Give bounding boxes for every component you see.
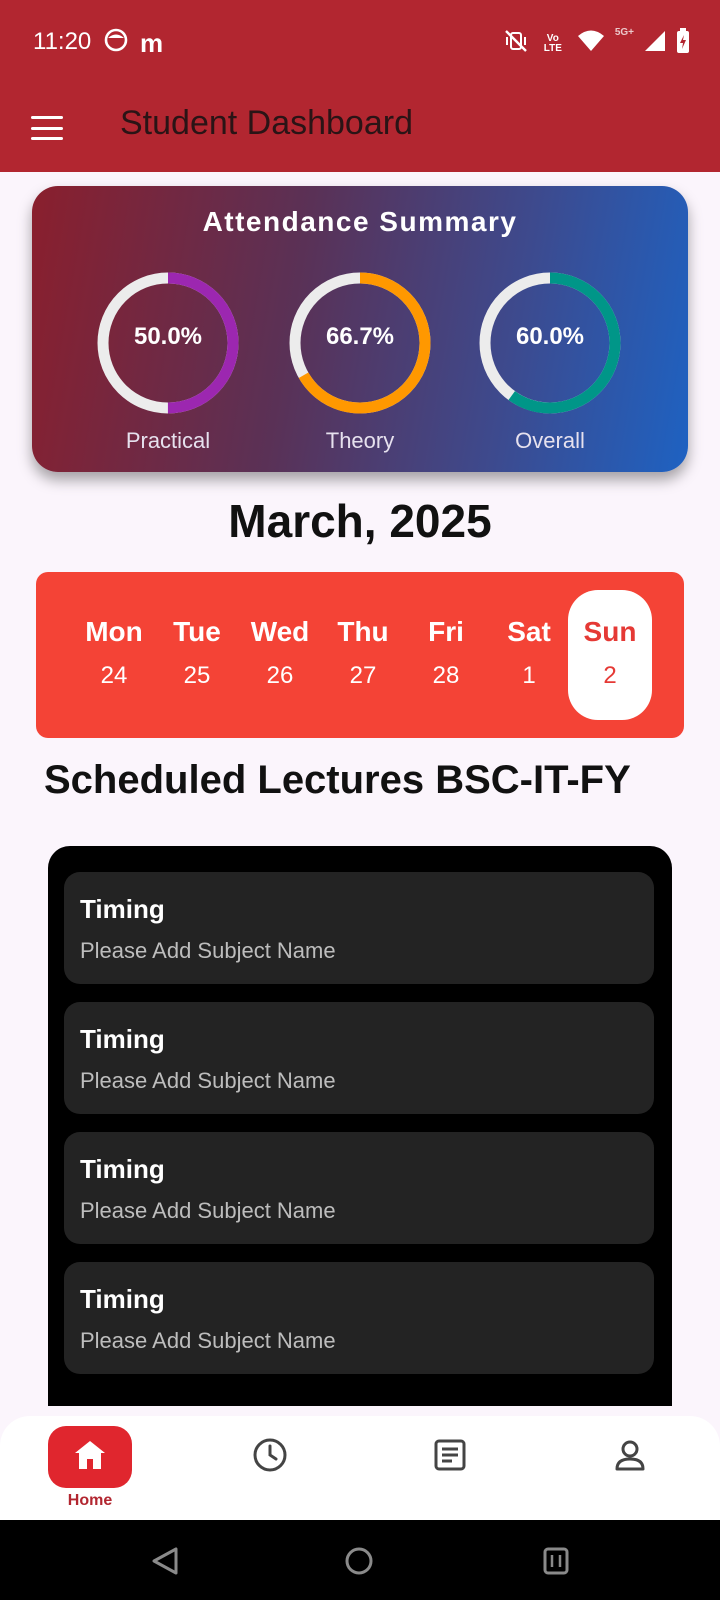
nav-notes-pill — [408, 1426, 492, 1488]
day-sat[interactable]: Sat 1 — [487, 590, 571, 720]
day-date: 24 — [100, 662, 128, 689]
day-thu[interactable]: Thu 27 — [321, 590, 405, 720]
day-wed[interactable]: Wed 26 — [238, 590, 322, 720]
lecture-timing: Timing — [80, 1024, 165, 1054]
battery-icon — [676, 28, 690, 59]
back-icon[interactable] — [150, 1546, 180, 1581]
notes-icon — [433, 1438, 467, 1477]
day-date: 28 — [432, 662, 460, 689]
lecture-subject: Please Add Subject Name — [80, 938, 336, 963]
nav-schedule-pill — [228, 1426, 312, 1488]
nav-profile-pill — [588, 1426, 672, 1488]
day-date: 2 — [603, 662, 617, 689]
lecture-subject: Please Add Subject Name — [80, 1068, 336, 1093]
app-bar: Student Dashboard — [0, 84, 720, 172]
network-label: 5G+ — [614, 27, 634, 38]
nav-schedule[interactable] — [225, 1426, 315, 1506]
menu-icon-line — [31, 116, 63, 119]
lecture-card[interactable]: Timing Please Add Subject Name — [64, 872, 654, 984]
home-icon — [73, 1439, 107, 1476]
clock-icon — [252, 1437, 288, 1478]
attendance-summary-title: Attendance Summary — [202, 206, 518, 237]
menu-icon-line — [31, 137, 63, 140]
lecture-card[interactable]: Timing Please Add Subject Name — [64, 1002, 654, 1114]
m-app-icon: m — [140, 27, 164, 58]
nav-profile[interactable] — [585, 1426, 675, 1506]
day-name: Mon — [85, 616, 143, 647]
volte-icon: Vo LTE — [543, 32, 562, 54]
day-tue[interactable]: Tue 25 — [155, 590, 239, 720]
day-date: 1 — [522, 662, 536, 689]
signal-icon — [644, 29, 666, 58]
day-name: Fri — [428, 616, 464, 647]
menu-button[interactable] — [28, 110, 66, 146]
lecture-timing: Timing — [80, 894, 165, 924]
recents-icon[interactable] — [541, 1546, 571, 1581]
nav-home-label: Home — [67, 1492, 113, 1509]
nav-home-pill — [48, 1426, 132, 1488]
practical-label: Practical — [125, 428, 211, 453]
lecture-timing: Timing — [80, 1154, 165, 1184]
day-name: Sat — [507, 616, 551, 647]
day-name: Wed — [250, 616, 310, 647]
vibrate-mute-icon — [503, 28, 529, 59]
day-mon[interactable]: Mon 24 — [72, 590, 156, 720]
day-name: Tue — [173, 616, 221, 647]
day-name: Thu — [337, 616, 389, 647]
day-name: Sun — [583, 616, 637, 647]
status-bar: 11:20 m Vo LTE 5G+ — [0, 0, 720, 84]
overall-percentage: 60.0% — [515, 323, 585, 350]
wifi-icon — [577, 29, 605, 58]
lecture-subject: Please Add Subject Name — [80, 1328, 336, 1353]
day-date: 26 — [266, 662, 294, 689]
nav-notes[interactable] — [405, 1426, 495, 1506]
practical-percentage: 50.0% — [133, 323, 203, 350]
lecture-card[interactable]: Timing Please Add Subject Name — [64, 1132, 654, 1244]
week-day-selector: Mon 24 Tue 25 Wed 26 Thu 27 Fri 28 Sat 1… — [36, 572, 684, 738]
day-date: 27 — [349, 662, 377, 689]
practical-ring: 50.0% Practical — [93, 268, 243, 453]
lecture-subject: Please Add Subject Name — [80, 1198, 336, 1223]
bottom-navigation: Home — [0, 1416, 720, 1520]
lecture-timing: Timing — [80, 1284, 165, 1314]
menu-icon-line — [31, 126, 63, 130]
page-title: Student Dashboard — [120, 104, 413, 142]
theory-ring: 66.7% Theory — [285, 268, 435, 453]
nav-home[interactable]: Home — [45, 1426, 135, 1509]
day-sun-selected[interactable]: Sun 2 — [568, 590, 652, 720]
home-circle-icon[interactable] — [344, 1546, 374, 1581]
lecture-card[interactable]: Timing Please Add Subject Name — [64, 1262, 654, 1374]
status-time: 11:20 — [33, 28, 92, 55]
scheduled-lectures-title: Scheduled Lectures BSC-IT-FY — [44, 758, 631, 802]
system-navigation-bar — [0, 1520, 720, 1600]
face-icon — [104, 28, 128, 57]
theory-percentage: 66.7% — [325, 323, 395, 350]
month-title: March, 2025 — [228, 495, 492, 547]
day-fri[interactable]: Fri 28 — [404, 590, 488, 720]
overall-label: Overall — [515, 428, 585, 453]
profile-icon — [613, 1438, 647, 1477]
theory-label: Theory — [325, 428, 395, 453]
overall-ring: 60.0% Overall — [475, 268, 625, 453]
attendance-summary-card: Attendance Summary 50.0% Practical 66.7%… — [32, 186, 688, 472]
lectures-list[interactable]: Timing Please Add Subject Name Timing Pl… — [48, 846, 672, 1406]
day-date: 25 — [183, 662, 211, 689]
